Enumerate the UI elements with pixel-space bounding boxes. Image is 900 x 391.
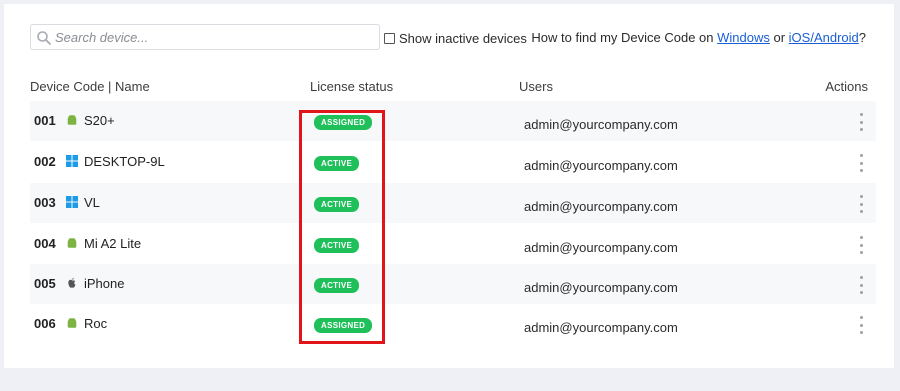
- row-actions-menu[interactable]: [855, 236, 867, 254]
- help-suffix: ?: [858, 30, 866, 45]
- device-code: 003: [34, 195, 56, 210]
- user-email: admin@yourcompany.com: [524, 199, 678, 214]
- device-code: 001: [34, 113, 56, 128]
- device-name[interactable]: DESKTOP-9L: [84, 154, 165, 169]
- windows-icon: [66, 155, 78, 167]
- row-actions-menu[interactable]: [855, 276, 867, 294]
- search-input[interactable]: [55, 27, 375, 47]
- user-email: admin@yourcompany.com: [524, 240, 678, 255]
- search-icon: [37, 31, 51, 45]
- ios-android-help-link[interactable]: iOS/Android: [789, 30, 859, 45]
- device-code: 005: [34, 276, 56, 291]
- table-row[interactable]: 004 Mi A2 Lite ACTIVE admin@yourcompany.…: [30, 224, 876, 264]
- search-box[interactable]: [30, 24, 380, 50]
- help-or: or: [769, 30, 789, 45]
- header-actions: Actions: [825, 79, 868, 94]
- android-icon: [67, 238, 77, 248]
- table-row[interactable]: 005 iPhone ACTIVE admin@yourcompany.com: [30, 264, 876, 304]
- license-status-highlight: [299, 110, 385, 344]
- header-users[interactable]: Users: [519, 79, 553, 94]
- row-actions-menu[interactable]: [855, 154, 867, 172]
- show-inactive-label: Show inactive devices: [399, 30, 527, 46]
- row-actions-menu[interactable]: [855, 316, 867, 334]
- android-icon: [67, 115, 77, 125]
- show-inactive-checkbox[interactable]: [384, 32, 395, 44]
- device-code: 004: [34, 236, 56, 251]
- user-email: admin@yourcompany.com: [524, 280, 678, 295]
- devices-card: Show inactive devices How to find my Dev…: [4, 4, 894, 368]
- user-email: admin@yourcompany.com: [524, 158, 678, 173]
- table-row[interactable]: 002 DESKTOP-9L ACTIVE admin@yourcompany.…: [30, 142, 876, 182]
- device-code-help: How to find my Device Code on Windows or…: [531, 30, 866, 45]
- table-row[interactable]: 003 VL ACTIVE admin@yourcompany.com: [30, 183, 876, 223]
- user-email: admin@yourcompany.com: [524, 117, 678, 132]
- user-email: admin@yourcompany.com: [524, 320, 678, 335]
- device-name[interactable]: Roc: [84, 316, 107, 331]
- help-prefix: How to find my Device Code on: [531, 30, 718, 45]
- windows-icon: [66, 196, 78, 208]
- header-license[interactable]: License status: [310, 79, 393, 94]
- apple-icon: [68, 277, 76, 288]
- row-actions-menu[interactable]: [855, 113, 867, 131]
- row-actions-menu[interactable]: [855, 195, 867, 213]
- windows-help-link[interactable]: Windows: [717, 30, 770, 45]
- table-row[interactable]: 001 S20+ ASSIGNED admin@yourcompany.com: [30, 101, 876, 141]
- device-name[interactable]: VL: [84, 195, 100, 210]
- device-name[interactable]: S20+: [84, 113, 115, 128]
- device-code: 006: [34, 316, 56, 331]
- device-name[interactable]: Mi A2 Lite: [84, 236, 141, 251]
- header-device[interactable]: Device Code | Name: [30, 79, 150, 94]
- device-code: 002: [34, 154, 56, 169]
- show-inactive-toggle[interactable]: Show inactive devices: [384, 30, 527, 46]
- device-name[interactable]: iPhone: [84, 276, 124, 291]
- android-icon: [67, 318, 77, 328]
- table-row[interactable]: 006 Roc ASSIGNED admin@yourcompany.com: [30, 304, 876, 344]
